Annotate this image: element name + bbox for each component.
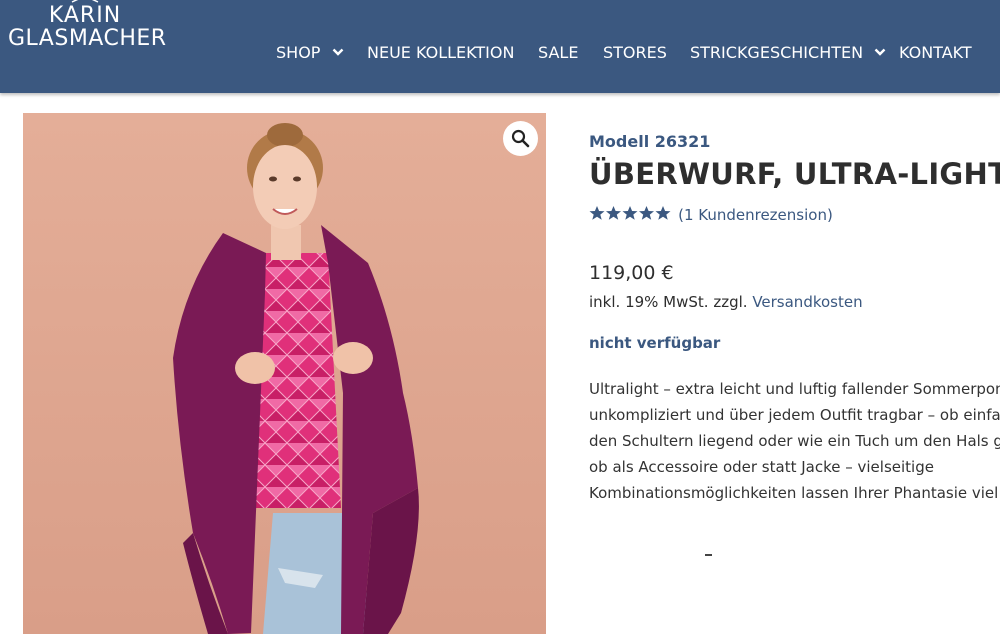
nav-item-kontakt[interactable]: KONTAKT (899, 43, 972, 63)
site-header: KARIN GLASMACHER SHOP NEUE KOLLEKTION SA… (0, 0, 1000, 93)
product-photo (23, 113, 546, 634)
star-icon (589, 205, 605, 220)
review-count-link[interactable]: (1 Kundenrezension) (678, 206, 833, 224)
brand-name-line2: GLASMACHER (8, 26, 167, 51)
zoom-button[interactable] (503, 121, 538, 156)
nav-item-shop[interactable]: SHOP (276, 43, 344, 63)
divider (705, 554, 712, 556)
description-line: Ultralight – extra leicht und luftig fal… (589, 380, 1000, 398)
nav-item-stores[interactable]: STORES (603, 43, 667, 63)
description-line: unkompliziert und über jedem Outfit trag… (589, 406, 1000, 424)
chevron-down-icon (874, 48, 886, 56)
tax-note-text: inkl. 19% MwSt. zzgl. (589, 293, 748, 311)
brand-name-line1: KARIN (48, 3, 122, 28)
product-image[interactable] (23, 113, 546, 634)
star-icon (606, 205, 621, 220)
product-description: Ultralight – extra leicht und luftig fal… (589, 376, 1000, 506)
nav-item-neue-kollektion[interactable]: NEUE KOLLEKTION (367, 43, 514, 63)
brand-logo[interactable]: KARIN GLASMACHER (8, 0, 167, 60)
description-line: den Schultern liegend oder wie ein Tuch … (589, 432, 1000, 450)
product-rating: (1 Kundenrezension) (589, 204, 833, 224)
nav-item-label: NEUE KOLLEKTION (367, 43, 515, 62)
nav-item-label: SALE (538, 43, 579, 62)
shipping-costs-link[interactable]: Versandkosten (752, 293, 862, 311)
star-icon (622, 205, 638, 220)
chevron-down-icon (332, 48, 343, 56)
description-line: ob als Accessoire oder statt Jacke – vie… (589, 458, 934, 476)
tax-note: inkl. 19% MwSt. zzgl. Versandkosten (589, 293, 863, 311)
product-title: ÜBERWURF, ULTRA-LIGHT (589, 157, 1000, 191)
nav-item-sale[interactable]: SALE (538, 43, 578, 63)
availability-status: nicht verfügbar (589, 334, 721, 352)
star-icon (639, 205, 654, 220)
star-icon (655, 205, 671, 220)
magnifier-icon (511, 129, 530, 148)
product-model-number: Modell 26321 (589, 132, 711, 151)
nav-item-label: SHOP (276, 43, 321, 62)
nav-item-strickgeschichten[interactable]: STRICKGESCHICHTEN (690, 43, 886, 63)
nav-item-label: STORES (603, 43, 667, 62)
nav-item-label: STRICKGESCHICHTEN (690, 43, 864, 62)
description-line: Kombinationsmöglichkeiten lassen Ihrer P… (589, 484, 1000, 502)
star-rating (589, 205, 671, 225)
nav-item-label: KONTAKT (899, 43, 972, 62)
product-price: 119,00 € (589, 262, 674, 284)
